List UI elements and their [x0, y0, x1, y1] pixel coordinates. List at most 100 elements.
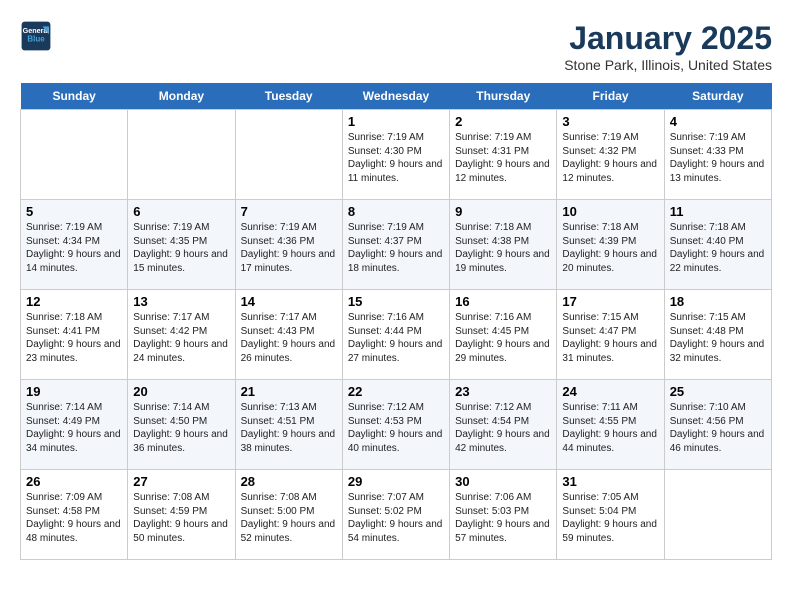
cell-info: Sunrise: 7:05 AMSunset: 5:04 PMDaylight:…: [562, 491, 658, 545]
date-number: 13: [133, 294, 229, 309]
date-number: 16: [455, 294, 551, 309]
date-number: 6: [133, 204, 229, 219]
logo-icon: General Blue: [20, 20, 52, 52]
date-number: 26: [26, 474, 122, 489]
date-number: 8: [348, 204, 444, 219]
day-header-saturday: Saturday: [664, 83, 771, 110]
calendar-cell: 30 Sunrise: 7:06 AMSunset: 5:03 PMDaylig…: [450, 470, 557, 560]
cell-info: Sunrise: 7:14 AMSunset: 4:50 PMDaylight:…: [133, 401, 229, 455]
title-block: January 2025 Stone Park, Illinois, Unite…: [564, 20, 772, 73]
date-number: 4: [670, 114, 766, 129]
cell-info: Sunrise: 7:19 AMSunset: 4:35 PMDaylight:…: [133, 221, 229, 275]
cell-info: Sunrise: 7:08 AMSunset: 5:00 PMDaylight:…: [241, 491, 337, 545]
cell-info: Sunrise: 7:08 AMSunset: 4:59 PMDaylight:…: [133, 491, 229, 545]
cell-info: Sunrise: 7:18 AMSunset: 4:41 PMDaylight:…: [26, 311, 122, 365]
date-number: 22: [348, 384, 444, 399]
date-number: 24: [562, 384, 658, 399]
date-number: 15: [348, 294, 444, 309]
cell-info: Sunrise: 7:19 AMSunset: 4:30 PMDaylight:…: [348, 131, 444, 185]
calendar-cell: 1 Sunrise: 7:19 AMSunset: 4:30 PMDayligh…: [342, 110, 449, 200]
cell-info: Sunrise: 7:16 AMSunset: 4:44 PMDaylight:…: [348, 311, 444, 365]
calendar-week-3: 12 Sunrise: 7:18 AMSunset: 4:41 PMDaylig…: [21, 290, 772, 380]
calendar-cell: 29 Sunrise: 7:07 AMSunset: 5:02 PMDaylig…: [342, 470, 449, 560]
cell-info: Sunrise: 7:12 AMSunset: 4:53 PMDaylight:…: [348, 401, 444, 455]
cell-info: Sunrise: 7:19 AMSunset: 4:34 PMDaylight:…: [26, 221, 122, 275]
date-number: 2: [455, 114, 551, 129]
calendar-cell: 4 Sunrise: 7:19 AMSunset: 4:33 PMDayligh…: [664, 110, 771, 200]
cell-info: Sunrise: 7:19 AMSunset: 4:37 PMDaylight:…: [348, 221, 444, 275]
cell-info: Sunrise: 7:16 AMSunset: 4:45 PMDaylight:…: [455, 311, 551, 365]
calendar-cell: 5 Sunrise: 7:19 AMSunset: 4:34 PMDayligh…: [21, 200, 128, 290]
calendar-cell: 22 Sunrise: 7:12 AMSunset: 4:53 PMDaylig…: [342, 380, 449, 470]
date-number: 7: [241, 204, 337, 219]
date-number: 27: [133, 474, 229, 489]
date-number: 9: [455, 204, 551, 219]
day-header-wednesday: Wednesday: [342, 83, 449, 110]
day-header-friday: Friday: [557, 83, 664, 110]
calendar-cell: 3 Sunrise: 7:19 AMSunset: 4:32 PMDayligh…: [557, 110, 664, 200]
cell-info: Sunrise: 7:18 AMSunset: 4:40 PMDaylight:…: [670, 221, 766, 275]
date-number: 14: [241, 294, 337, 309]
calendar-cell: 12 Sunrise: 7:18 AMSunset: 4:41 PMDaylig…: [21, 290, 128, 380]
page-header: General Blue January 2025 Stone Park, Il…: [20, 20, 772, 73]
cell-info: Sunrise: 7:19 AMSunset: 4:31 PMDaylight:…: [455, 131, 551, 185]
calendar-cell: 18 Sunrise: 7:15 AMSunset: 4:48 PMDaylig…: [664, 290, 771, 380]
calendar-cell: [128, 110, 235, 200]
calendar-cell: 25 Sunrise: 7:10 AMSunset: 4:56 PMDaylig…: [664, 380, 771, 470]
calendar-cell: 13 Sunrise: 7:17 AMSunset: 4:42 PMDaylig…: [128, 290, 235, 380]
logo: General Blue: [20, 20, 56, 52]
calendar-cell: 24 Sunrise: 7:11 AMSunset: 4:55 PMDaylig…: [557, 380, 664, 470]
calendar-cell: 21 Sunrise: 7:13 AMSunset: 4:51 PMDaylig…: [235, 380, 342, 470]
cell-info: Sunrise: 7:19 AMSunset: 4:36 PMDaylight:…: [241, 221, 337, 275]
calendar-cell: 10 Sunrise: 7:18 AMSunset: 4:39 PMDaylig…: [557, 200, 664, 290]
cell-info: Sunrise: 7:18 AMSunset: 4:39 PMDaylight:…: [562, 221, 658, 275]
cell-info: Sunrise: 7:06 AMSunset: 5:03 PMDaylight:…: [455, 491, 551, 545]
calendar-cell: 15 Sunrise: 7:16 AMSunset: 4:44 PMDaylig…: [342, 290, 449, 380]
cell-info: Sunrise: 7:13 AMSunset: 4:51 PMDaylight:…: [241, 401, 337, 455]
date-number: 21: [241, 384, 337, 399]
date-number: 30: [455, 474, 551, 489]
calendar-cell: 7 Sunrise: 7:19 AMSunset: 4:36 PMDayligh…: [235, 200, 342, 290]
calendar-week-4: 19 Sunrise: 7:14 AMSunset: 4:49 PMDaylig…: [21, 380, 772, 470]
cell-info: Sunrise: 7:11 AMSunset: 4:55 PMDaylight:…: [562, 401, 658, 455]
cell-info: Sunrise: 7:09 AMSunset: 4:58 PMDaylight:…: [26, 491, 122, 545]
cell-info: Sunrise: 7:17 AMSunset: 4:42 PMDaylight:…: [133, 311, 229, 365]
subtitle: Stone Park, Illinois, United States: [564, 57, 772, 73]
date-number: 3: [562, 114, 658, 129]
calendar-cell: 26 Sunrise: 7:09 AMSunset: 4:58 PMDaylig…: [21, 470, 128, 560]
calendar-cell: 14 Sunrise: 7:17 AMSunset: 4:43 PMDaylig…: [235, 290, 342, 380]
day-header-thursday: Thursday: [450, 83, 557, 110]
calendar-header-row: SundayMondayTuesdayWednesdayThursdayFrid…: [21, 83, 772, 110]
calendar-cell: [235, 110, 342, 200]
cell-info: Sunrise: 7:15 AMSunset: 4:47 PMDaylight:…: [562, 311, 658, 365]
cell-info: Sunrise: 7:10 AMSunset: 4:56 PMDaylight:…: [670, 401, 766, 455]
date-number: 5: [26, 204, 122, 219]
cell-info: Sunrise: 7:19 AMSunset: 4:33 PMDaylight:…: [670, 131, 766, 185]
date-number: 31: [562, 474, 658, 489]
calendar-cell: 31 Sunrise: 7:05 AMSunset: 5:04 PMDaylig…: [557, 470, 664, 560]
calendar-cell: [664, 470, 771, 560]
date-number: 19: [26, 384, 122, 399]
calendar-cell: 27 Sunrise: 7:08 AMSunset: 4:59 PMDaylig…: [128, 470, 235, 560]
date-number: 10: [562, 204, 658, 219]
date-number: 20: [133, 384, 229, 399]
day-header-tuesday: Tuesday: [235, 83, 342, 110]
cell-info: Sunrise: 7:12 AMSunset: 4:54 PMDaylight:…: [455, 401, 551, 455]
day-header-monday: Monday: [128, 83, 235, 110]
calendar-cell: 11 Sunrise: 7:18 AMSunset: 4:40 PMDaylig…: [664, 200, 771, 290]
calendar-week-2: 5 Sunrise: 7:19 AMSunset: 4:34 PMDayligh…: [21, 200, 772, 290]
date-number: 11: [670, 204, 766, 219]
calendar-cell: [21, 110, 128, 200]
date-number: 18: [670, 294, 766, 309]
calendar-cell: 6 Sunrise: 7:19 AMSunset: 4:35 PMDayligh…: [128, 200, 235, 290]
calendar-table: SundayMondayTuesdayWednesdayThursdayFrid…: [20, 83, 772, 560]
date-number: 25: [670, 384, 766, 399]
calendar-week-1: 1 Sunrise: 7:19 AMSunset: 4:30 PMDayligh…: [21, 110, 772, 200]
calendar-cell: 20 Sunrise: 7:14 AMSunset: 4:50 PMDaylig…: [128, 380, 235, 470]
calendar-cell: 23 Sunrise: 7:12 AMSunset: 4:54 PMDaylig…: [450, 380, 557, 470]
calendar-cell: 16 Sunrise: 7:16 AMSunset: 4:45 PMDaylig…: [450, 290, 557, 380]
date-number: 17: [562, 294, 658, 309]
cell-info: Sunrise: 7:18 AMSunset: 4:38 PMDaylight:…: [455, 221, 551, 275]
cell-info: Sunrise: 7:15 AMSunset: 4:48 PMDaylight:…: [670, 311, 766, 365]
date-number: 1: [348, 114, 444, 129]
